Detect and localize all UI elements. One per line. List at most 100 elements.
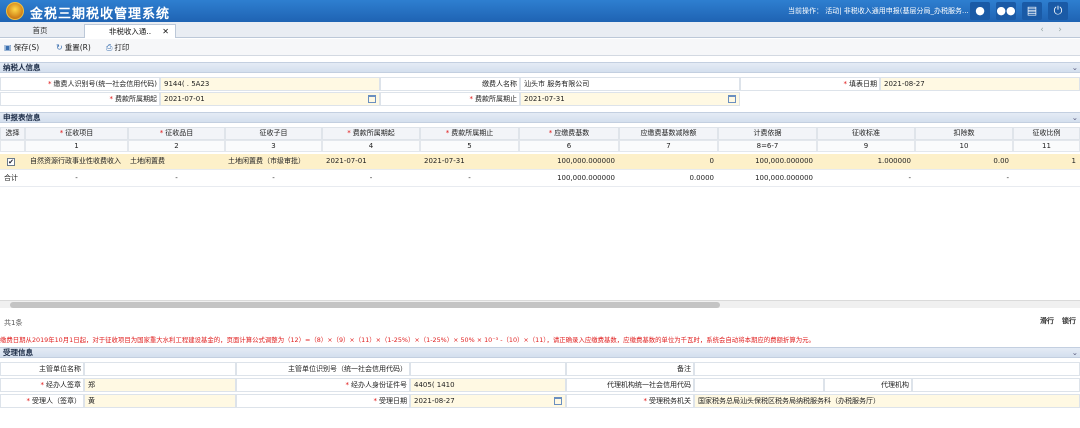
- acceptance-section-header[interactable]: 受理信息 ⌄: [0, 347, 1080, 358]
- section-title: 申报表信息: [3, 113, 41, 122]
- toolbar: ▣ 保存(S) ↻ 重置(R) ⎙ 打印: [0, 39, 1080, 56]
- agent-id-label: * 经办人身份证件号: [236, 378, 410, 392]
- remark-field[interactable]: [694, 362, 1080, 376]
- required-mark: *: [548, 129, 553, 137]
- taxpayer-section-header[interactable]: 纳税人信息 ⌄: [0, 62, 1080, 73]
- reset-button[interactable]: ↻ 重置(R): [56, 41, 91, 54]
- tab-label: 非税收入通..: [108, 27, 152, 36]
- required-mark: *: [59, 129, 64, 137]
- printer-icon: ⎙: [106, 43, 113, 52]
- col-num-10: 10: [915, 140, 1013, 152]
- cell-base[interactable]: 100,000.000000: [519, 154, 619, 169]
- agency-code-field[interactable]: [694, 378, 824, 392]
- group-icon[interactable]: ●●: [996, 2, 1016, 20]
- slide-row-button[interactable]: 滑行: [1040, 316, 1054, 326]
- chevron-left-icon[interactable]: ‹: [1036, 24, 1048, 36]
- date-text: 2021-08-27: [414, 397, 455, 405]
- agent-id-field[interactable]: 4405( 1410: [410, 378, 566, 392]
- fill-date-label: * 填表日期: [740, 77, 880, 91]
- agency-field[interactable]: [912, 378, 1080, 392]
- cell-ratio: 1: [1071, 157, 1076, 165]
- col-num-11: 11: [1013, 140, 1080, 152]
- declaration-section-header[interactable]: 申报表信息 ⌄: [0, 112, 1080, 123]
- col-num-3: 3: [225, 140, 322, 152]
- cell-period-start[interactable]: 2021-07-01: [326, 154, 418, 169]
- section-title: 受理信息: [3, 348, 33, 357]
- scrollbar-thumb[interactable]: [10, 302, 720, 308]
- calendar-icon[interactable]: [368, 95, 376, 103]
- tab-home[interactable]: 首页: [0, 24, 80, 38]
- chevron-down-icon[interactable]: ⌄: [1072, 348, 1078, 358]
- app-header: 金税三期税收管理系统 当前操作： 活动| 非税收入通用申报(基层分局_办税服务.…: [0, 0, 1080, 22]
- period-start-field[interactable]: 2021-07-01: [160, 92, 380, 106]
- required-mark: *: [26, 397, 31, 405]
- taxpayer-id-field[interactable]: 9144( . 5A23: [160, 77, 380, 91]
- cell-deduction: 0.00: [993, 157, 1009, 165]
- chevron-right-icon[interactable]: ›: [1054, 24, 1066, 36]
- calendar-icon[interactable]: [554, 397, 562, 405]
- refresh-icon: ↻: [56, 43, 63, 52]
- cell-basis: 100,000.000000: [755, 157, 813, 165]
- col-num-6: 6: [519, 140, 619, 152]
- col-num-8: 8=6-7: [718, 140, 817, 152]
- table-row[interactable]: ✔ 自然资源行政事业性收费收入 土地闲置费 土地闲置费（市级审批） 2021-0…: [0, 154, 1080, 170]
- col-header-basis: 计费依据: [718, 127, 817, 140]
- cell-period-end[interactable]: 2021-07-31: [424, 154, 516, 169]
- required-mark: *: [843, 80, 848, 88]
- header-text: 费款所属期起: [352, 129, 395, 137]
- calendar-icon[interactable]: [728, 95, 736, 103]
- col-header-deduction: 扣除数: [915, 127, 1013, 140]
- section-title: 纳税人信息: [3, 63, 41, 72]
- required-mark: *: [373, 397, 378, 405]
- print-label: 打印: [114, 43, 130, 52]
- fill-date-field[interactable]: 2021-08-27: [880, 77, 1080, 91]
- chat-icon[interactable]: ▤: [1022, 2, 1042, 20]
- cell-category[interactable]: 土地闲置费: [130, 154, 225, 169]
- user-icon[interactable]: ●: [970, 2, 990, 20]
- taxpayer-name-field: 汕头市 服务有限公司: [520, 77, 740, 91]
- record-count: 共1条: [4, 319, 23, 327]
- col-header-deduct-base: 应缴费基数减除额: [619, 127, 718, 140]
- close-icon[interactable]: ✕: [162, 25, 169, 39]
- cell-deduct-base[interactable]: 0: [619, 154, 718, 169]
- col-header-period-end: * 费款所属期止: [420, 127, 519, 140]
- chevron-down-icon[interactable]: ⌄: [1072, 63, 1078, 73]
- col-header-base: * 应缴费基数: [519, 127, 619, 140]
- cell-standard: 1.000000: [877, 157, 911, 165]
- chevron-down-icon[interactable]: ⌄: [1072, 113, 1078, 123]
- save-button[interactable]: ▣ 保存(S): [4, 41, 39, 54]
- required-mark: *: [643, 397, 648, 405]
- cell-subcategory[interactable]: 土地闲置费（市级审批）: [228, 154, 322, 169]
- competent-unit-id-field[interactable]: [410, 362, 566, 376]
- required-mark: *: [347, 129, 351, 137]
- print-button[interactable]: ⎙ 打印: [106, 41, 129, 54]
- required-mark: *: [159, 129, 164, 137]
- total-category: -: [175, 174, 178, 182]
- taxpayer-name-label: 缴费人名称: [380, 77, 520, 91]
- current-operation: 当前操作： 活动| 非税收入通用申报(基层分局_办税服务...: [788, 7, 969, 15]
- agent-sign-field[interactable]: 郑: [84, 378, 236, 392]
- receiver-field[interactable]: 黄: [84, 394, 236, 408]
- col-header-category: * 征收品目: [128, 127, 225, 140]
- header-text: 征收品目: [165, 129, 194, 137]
- lock-row-button[interactable]: 锁行: [1062, 316, 1076, 326]
- horizontal-scrollbar[interactable]: [0, 300, 1080, 308]
- period-start-label: * 费款所属期起: [0, 92, 160, 106]
- total-row: 合计 - - - - - 100,000.000000 0.0000 100,0…: [0, 171, 1080, 187]
- label-text: 费款所属期止: [475, 95, 517, 103]
- cell-item[interactable]: 自然资源行政事业性收费收入: [30, 154, 128, 169]
- competent-unit-name-field[interactable]: [84, 362, 236, 376]
- power-icon[interactable]: ⏻: [1048, 2, 1068, 20]
- tax-office-field[interactable]: 国家税务总局汕头保税区税务局纳税服务科（办税服务厅）: [694, 394, 1080, 408]
- accept-date-field[interactable]: 2021-08-27: [410, 394, 566, 408]
- row-checkbox[interactable]: ✔: [7, 158, 15, 166]
- tab-nontax-income[interactable]: 非税收入通.. ✕: [84, 24, 176, 38]
- reset-label: 重置(R): [64, 43, 91, 52]
- competent-unit-name-label: 主管单位名称: [0, 362, 84, 376]
- required-mark: *: [445, 129, 450, 137]
- col-num-4: 4: [322, 140, 420, 152]
- total-base: 100,000.000000: [557, 174, 615, 182]
- col-header-ratio: 征收比例: [1013, 127, 1080, 140]
- label-text: 经办人身份证件号: [351, 381, 407, 389]
- period-end-field[interactable]: 2021-07-31: [520, 92, 740, 106]
